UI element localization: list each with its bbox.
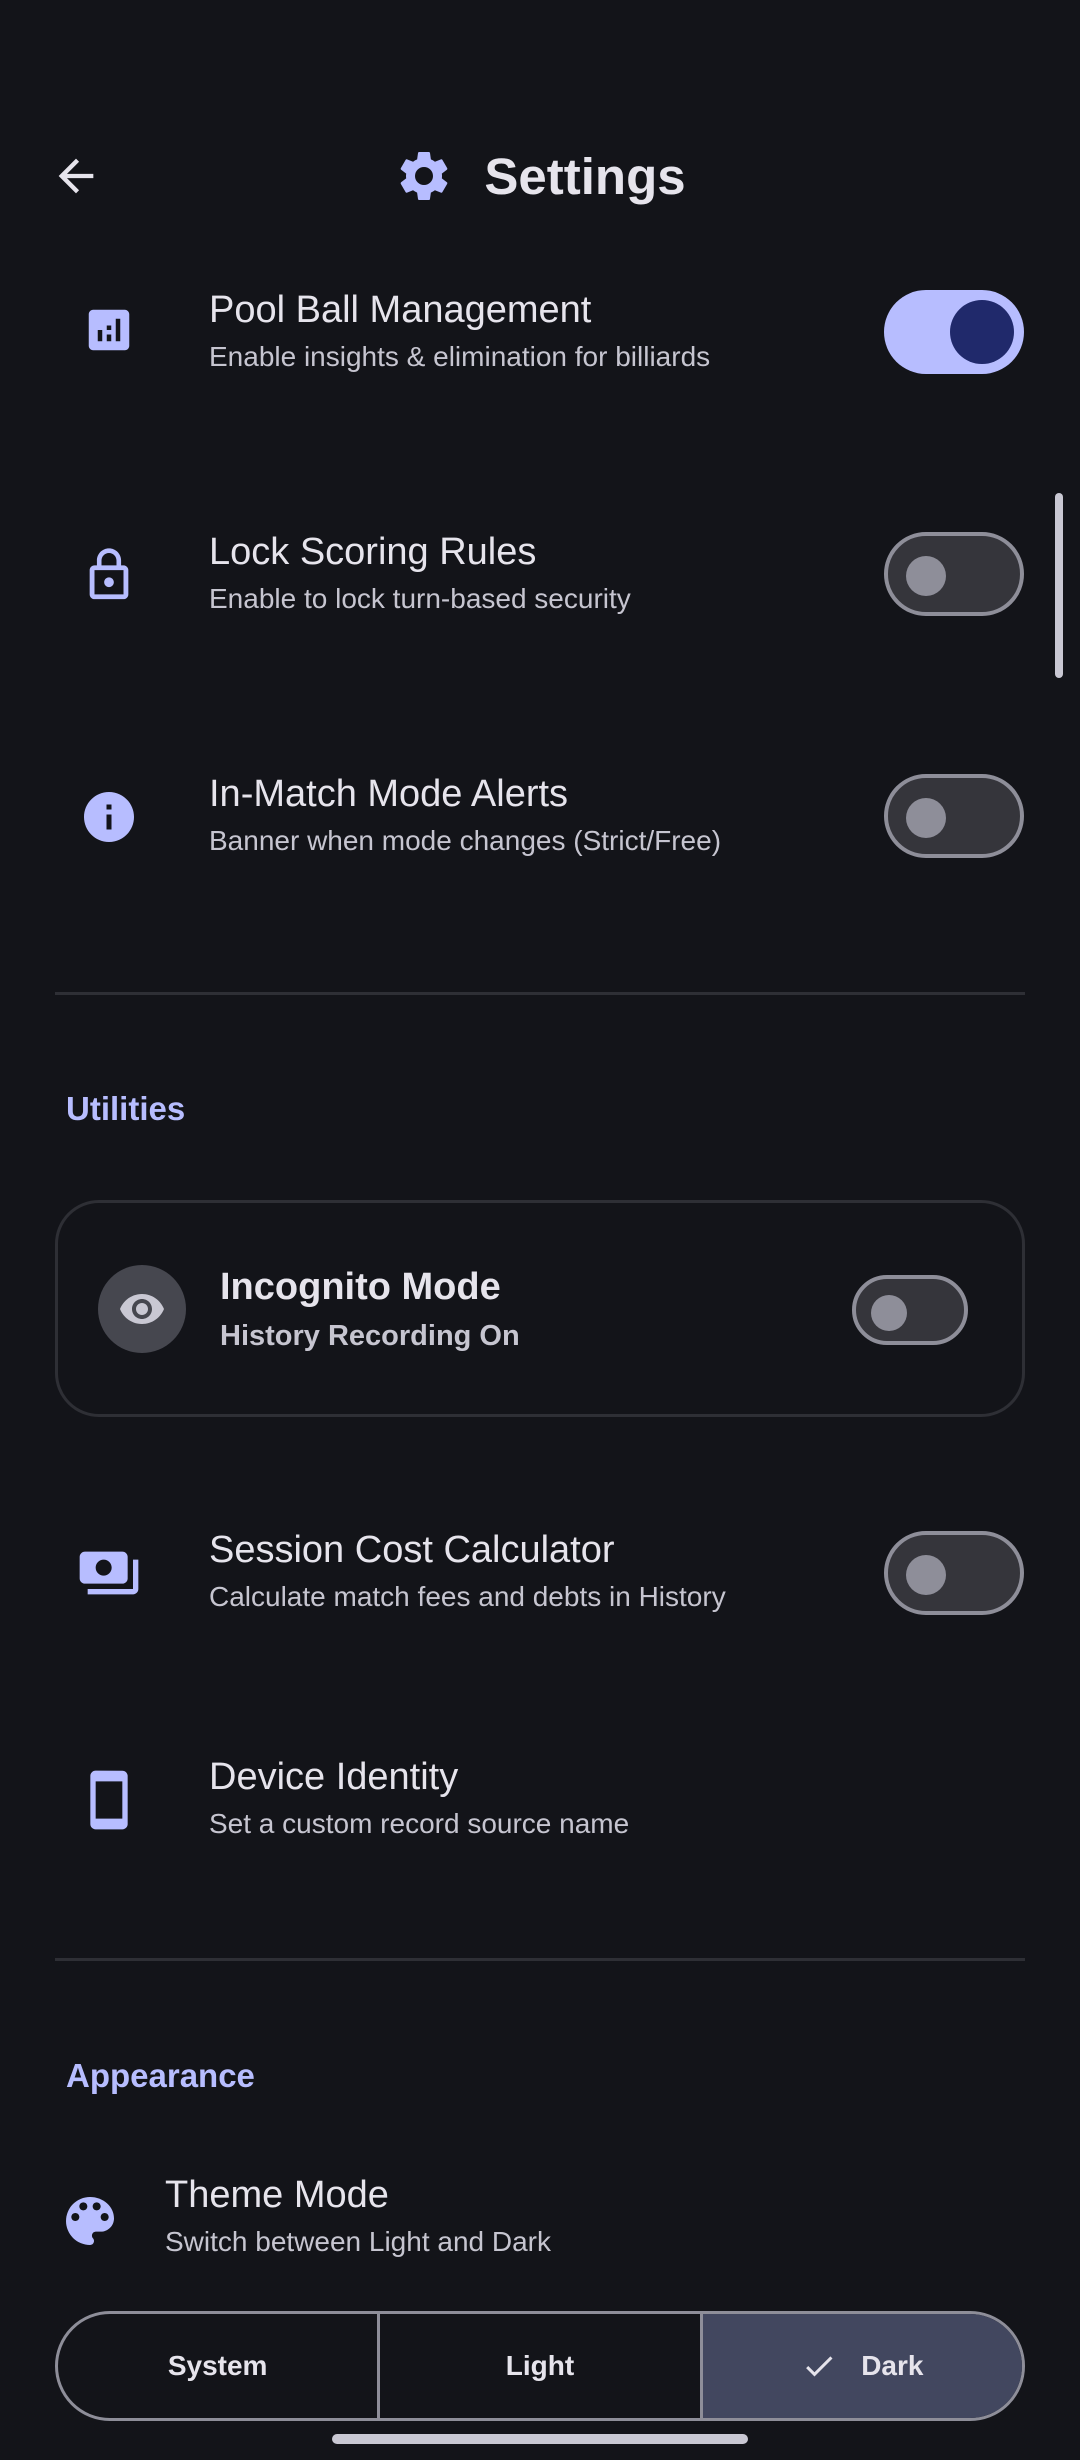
mode-alerts-text: In-Match Mode Alerts Banner when mode ch…	[209, 771, 721, 861]
theme-option-label: Light	[505, 2350, 575, 2381]
back-button[interactable]	[40, 140, 112, 212]
theme-option-light[interactable]: Light	[377, 2314, 699, 2418]
info-icon	[76, 784, 142, 850]
cost-calculator-text: Session Cost Calculator Calculate match …	[209, 1527, 726, 1617]
toggle-knob	[906, 798, 946, 838]
payments-icon	[76, 1540, 142, 1606]
pool-ball-text: Pool Ball Management Enable insights & e…	[209, 287, 710, 377]
bar-chart-icon	[76, 297, 142, 363]
lock-scoring-text: Lock Scoring Rules Enable to lock turn-b…	[209, 529, 631, 619]
utilities-section-label: Utilities	[66, 1090, 186, 1127]
theme-mode-title: Theme Mode	[165, 2174, 389, 2216]
palette-icon	[54, 2185, 126, 2257]
check-icon	[806, 2356, 833, 2377]
theme-option-label: Dark	[861, 2350, 924, 2381]
page-title: Settings	[484, 147, 686, 205]
theme-option-system[interactable]: System	[58, 2314, 377, 2418]
home-indicator[interactable]	[332, 2434, 748, 2444]
appearance-section-label: Appearance	[66, 2057, 255, 2094]
toggle-knob	[906, 556, 946, 596]
gear-icon	[401, 151, 448, 200]
theme-option-label: System	[167, 2350, 268, 2381]
incognito-title: Incognito Mode	[220, 1266, 501, 1308]
theme-mode-text: Theme Mode Switch between Light and Dark	[165, 2172, 551, 2262]
device-identity-text: Device Identity Set a custom record sour…	[209, 1754, 629, 1844]
lock-scoring-title: Lock Scoring Rules	[209, 531, 537, 573]
device-identity-title: Device Identity	[209, 1756, 459, 1798]
toggle-knob	[871, 1295, 907, 1331]
mode-alerts-toggle[interactable]	[884, 774, 1024, 858]
cost-calculator-subtitle: Calculate match fees and debts in Histor…	[209, 1581, 726, 1612]
theme-segmented-control: System Light Dark	[55, 2311, 1025, 2421]
lock-icon	[76, 542, 142, 608]
theme-option-dark[interactable]: Dark	[699, 2314, 1022, 2418]
incognito-subtitle: History Recording On	[220, 1320, 520, 1352]
mode-alerts-title: In-Match Mode Alerts	[209, 773, 569, 815]
incognito-toggle[interactable]	[852, 1275, 968, 1345]
section-divider	[55, 1958, 1025, 1961]
scrollbar[interactable]	[1055, 493, 1063, 678]
smartphone-icon	[76, 1767, 142, 1833]
theme-mode-subtitle: Switch between Light and Dark	[165, 2226, 551, 2257]
pool-ball-subtitle: Enable insights & elimination for billia…	[209, 341, 711, 372]
device-identity-subtitle: Set a custom record source name	[209, 1808, 630, 1839]
lock-scoring-toggle[interactable]	[884, 532, 1024, 616]
pool-ball-toggle[interactable]	[884, 290, 1024, 374]
pool-ball-title: Pool Ball Management	[209, 289, 592, 331]
eye-icon	[120, 1294, 164, 1324]
arrow-back-icon	[58, 158, 94, 194]
incognito-text: Incognito Mode History Recording On	[220, 1264, 520, 1356]
cost-calculator-title: Session Cost Calculator	[209, 1529, 615, 1571]
toggle-knob	[950, 300, 1014, 364]
page-header: Settings	[0, 140, 1080, 212]
toggle-knob	[906, 1555, 946, 1595]
lock-scoring-subtitle: Enable to lock turn-based security	[209, 583, 631, 614]
incognito-avatar	[98, 1265, 186, 1353]
cost-calculator-toggle[interactable]	[884, 1531, 1024, 1615]
mode-alerts-subtitle: Banner when mode changes (Strict/Free)	[209, 825, 722, 856]
section-divider	[55, 992, 1025, 995]
